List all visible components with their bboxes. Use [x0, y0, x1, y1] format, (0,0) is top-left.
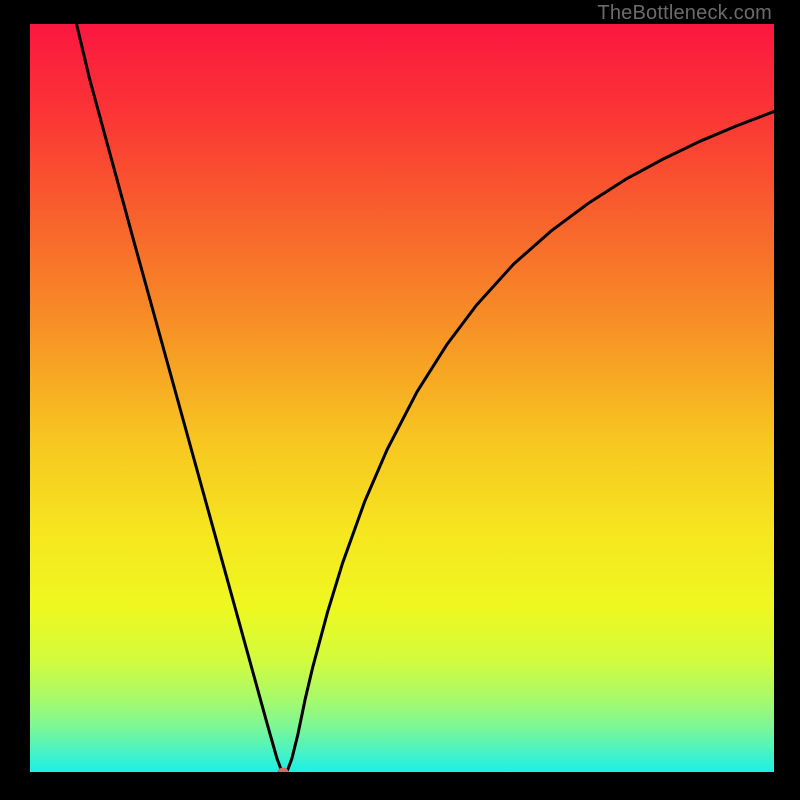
- chart-svg: [0, 0, 800, 800]
- border-left: [0, 0, 30, 800]
- chart-container: TheBottleneck.com: [0, 0, 800, 800]
- watermark-text: TheBottleneck.com: [597, 2, 772, 25]
- border-right: [774, 0, 800, 800]
- border-bottom: [0, 772, 800, 800]
- plot-background: [30, 24, 774, 772]
